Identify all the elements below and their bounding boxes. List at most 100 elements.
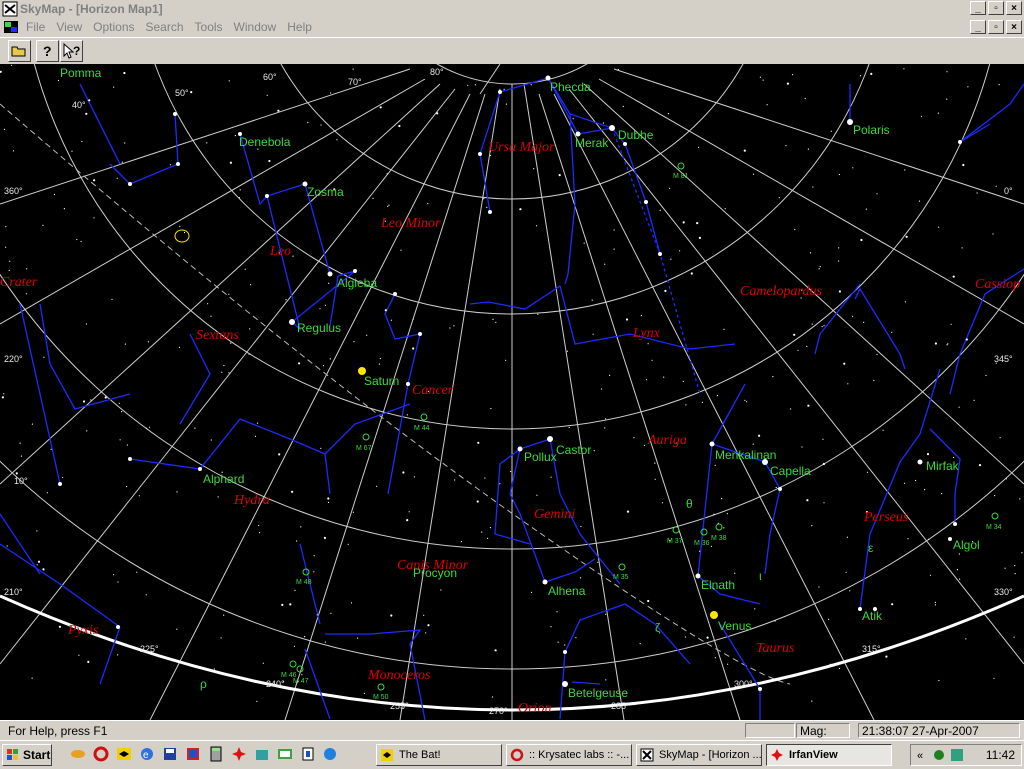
star-venus[interactable]: Venus <box>718 619 751 633</box>
menu-help[interactable]: Help <box>287 20 318 34</box>
object-m44[interactable]: M 44 <box>414 425 430 432</box>
venus-marker[interactable] <box>710 611 718 619</box>
tray-expand-icon[interactable]: « <box>915 747 931 763</box>
save-icon[interactable] <box>162 746 178 762</box>
constellation-cassiopeia[interactable]: Cassiop <box>975 277 1020 292</box>
star-elnath[interactable]: Elnath <box>701 578 735 592</box>
moon-marker[interactable] <box>174 229 190 243</box>
star-denebola[interactable]: Denebola <box>239 135 291 149</box>
opera-icon[interactable] <box>93 746 109 762</box>
context-help-button[interactable]: ? <box>60 40 83 62</box>
menu-search[interactable]: Search <box>146 20 190 34</box>
mdi-restore-button[interactable]: ▫ <box>988 20 1004 34</box>
app-icon-11[interactable] <box>300 746 316 762</box>
star-betelgeuse[interactable]: Betelgeuse <box>568 686 628 700</box>
constellation-pyxis[interactable]: Pyxis <box>67 623 99 638</box>
constellation-perseus[interactable]: Perseus <box>863 510 909 525</box>
star-menkalinan[interactable]: Menkalinan <box>715 448 776 462</box>
object-m34[interactable]: M 34 <box>986 524 1002 531</box>
menu-file[interactable]: File <box>26 20 51 34</box>
quicklaunch-icon-1[interactable] <box>70 746 86 762</box>
star-algol[interactable]: Algol <box>953 538 980 552</box>
constellation-leo-minor[interactable]: Leo Minor <box>380 216 441 231</box>
app-icon-10[interactable] <box>277 746 293 762</box>
star-capella[interactable]: Capella <box>770 464 811 478</box>
greek-theta: θ <box>686 497 693 511</box>
app-icon-9[interactable] <box>254 746 270 762</box>
sky-map[interactable]: 40° 50° 60° 70° 80° 360° 0° 220° 345° 10… <box>0 64 1024 720</box>
constellation-camelopardus[interactable]: Camelopardus <box>740 284 822 299</box>
constellation-leo[interactable]: Leo <box>269 244 291 259</box>
task-the-bat[interactable]: The Bat! <box>376 744 502 766</box>
object-m81[interactable]: M 81 <box>673 173 689 180</box>
constellation-lynx[interactable]: Lynx <box>632 326 661 341</box>
menu-options[interactable]: Options <box>93 20 140 34</box>
skymap-app-icon[interactable] <box>2 1 18 17</box>
faint-star <box>903 482 906 484</box>
task-skymap[interactable]: SkyMap - [Horizon ... <box>636 744 762 766</box>
constellation-ursa-major[interactable]: Ursa Major <box>488 140 555 155</box>
faint-star <box>320 124 322 126</box>
constellation-sextans[interactable]: Sextans <box>196 328 239 343</box>
constellation-orion[interactable]: Orion <box>518 701 551 716</box>
help-button[interactable]: ? <box>36 40 59 62</box>
star-dubhe[interactable]: Dubhe <box>618 128 654 142</box>
menu-window[interactable]: Window <box>234 20 283 34</box>
irfanview-small-icon[interactable] <box>231 746 247 762</box>
bat-icon[interactable] <box>116 746 132 762</box>
minimize-button[interactable]: _ <box>970 1 986 15</box>
calculator-icon[interactable] <box>208 746 224 762</box>
object-m35[interactable]: M 35 <box>613 574 629 581</box>
star-pollux[interactable]: Pollux <box>524 450 557 464</box>
task-krysatec-labs[interactable]: :: Krysatec labs :: -... <box>506 744 632 766</box>
object-m48[interactable]: M 48 <box>296 579 312 586</box>
close-button[interactable]: × <box>1006 1 1022 15</box>
tray-network-icon[interactable] <box>931 747 947 763</box>
constellation-monoceros[interactable]: Monoceros <box>367 668 431 683</box>
clock[interactable]: 11:42 <box>986 748 1015 762</box>
star-algieba[interactable]: Algieba <box>337 276 377 290</box>
constellation-auriga[interactable]: Auriga <box>647 433 687 448</box>
star-alphard[interactable]: Alphard <box>203 472 244 486</box>
tray-app-icon[interactable] <box>949 747 965 763</box>
object-m50[interactable]: M 50 <box>373 694 389 701</box>
object-m38[interactable]: M 38 <box>711 535 727 542</box>
document-icon[interactable] <box>3 19 19 35</box>
star-zosma[interactable]: Zosma <box>307 185 344 199</box>
star-castor[interactable]: Castor <box>556 443 591 457</box>
object-m37[interactable]: M 37 <box>667 538 683 545</box>
constellation-crater[interactable]: Crater <box>0 275 38 290</box>
star-phecda[interactable]: Phecda <box>550 80 591 94</box>
mdi-close-button[interactable]: × <box>1006 20 1022 34</box>
star-polaris[interactable]: Polaris <box>853 123 890 137</box>
star-pomma[interactable]: Pomma <box>60 66 102 80</box>
star-atik[interactable]: Atik <box>862 609 883 623</box>
faint-star <box>347 543 349 545</box>
taskbar: Start e The Bat! :: Krysatec labs :: -..… <box>0 740 1024 769</box>
restore-button[interactable]: ▫ <box>988 1 1004 15</box>
star-saturn[interactable]: Saturn <box>364 374 399 388</box>
app-icon-6[interactable] <box>185 746 201 762</box>
star-mirfak[interactable]: Mirfak <box>926 459 960 473</box>
sky-chart[interactable]: 40° 50° 60° 70° 80° 360° 0° 220° 345° 10… <box>0 64 1024 720</box>
open-button[interactable] <box>8 40 31 62</box>
constellation-gemini[interactable]: Gemini <box>534 507 575 522</box>
app-icon-12[interactable] <box>322 746 338 762</box>
object-m47[interactable]: M 47 <box>293 678 309 685</box>
constellation-hydra[interactable]: Hydra <box>233 493 270 508</box>
star-procyon[interactable]: Procyon <box>413 566 457 580</box>
constellation-taurus[interactable]: Taurus <box>756 641 795 656</box>
menu-view[interactable]: View <box>56 20 88 34</box>
star-regulus[interactable]: Regulus <box>297 321 341 335</box>
star-merak[interactable]: Merak <box>575 136 609 150</box>
object-m36[interactable]: M 36 <box>694 540 710 547</box>
start-button[interactable]: Start <box>2 744 52 766</box>
object-m67[interactable]: M 67 <box>356 445 372 452</box>
task-irfanview[interactable]: IrfanView <box>766 744 892 766</box>
constellation-cancer[interactable]: Cancer <box>412 383 454 398</box>
mdi-minimize-button[interactable]: _ <box>970 20 986 34</box>
ie-icon[interactable]: e <box>139 746 155 762</box>
grid-label-255: 255° <box>390 701 409 711</box>
menu-tools[interactable]: Tools <box>195 20 229 34</box>
star-alhena[interactable]: Alhena <box>548 584 586 598</box>
